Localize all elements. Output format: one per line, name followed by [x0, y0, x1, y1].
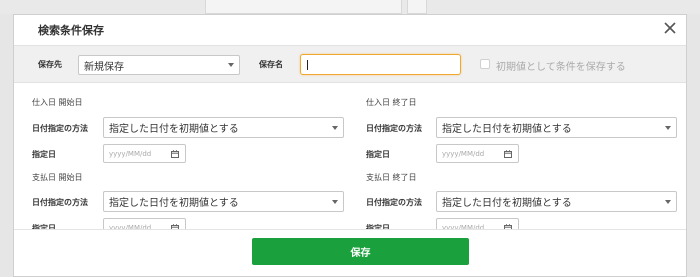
default-checkbox[interactable] [480, 59, 490, 69]
date-placeholder: yyyy/MM/dd [109, 149, 152, 158]
specified-date-input[interactable]: yyyy/MM/dd [436, 144, 519, 163]
date-method-select[interactable]: 指定した日付を初期値とする [103, 117, 344, 138]
close-icon[interactable] [663, 21, 677, 35]
background-button [407, 0, 427, 14]
date-method-value: 指定した日付を初期値とする [442, 198, 572, 209]
destination-select[interactable]: 新規保存 [78, 55, 240, 75]
save-button[interactable]: 保存 [252, 238, 469, 265]
section-heading: 仕入日 開始日 [32, 98, 83, 107]
dialog-footer: 保存 [14, 229, 686, 276]
section-heading: 支払日 終了日 [366, 173, 417, 182]
background-field [205, 0, 402, 14]
dialog-title: 検索条件保存 [38, 24, 104, 37]
chevron-down-icon [332, 125, 338, 130]
section-heading: 支払日 開始日 [32, 173, 83, 182]
save-name-label: 保存名 [259, 60, 283, 69]
text-cursor [307, 60, 308, 70]
date-method-select[interactable]: 指定した日付を初期値とする [103, 191, 344, 212]
specified-date-input[interactable]: yyyy/MM/dd [103, 144, 186, 163]
date-method-label: 日付指定の方法 [366, 124, 422, 133]
section-heading: 仕入日 終了日 [366, 98, 417, 107]
default-checkbox-label: 初期値として条件を保存する [496, 62, 626, 73]
dialog-header: 検索条件保存 [14, 15, 686, 45]
date-method-label: 日付指定の方法 [366, 198, 422, 207]
destination-value: 新規保存 [84, 61, 124, 73]
destination-label: 保存先 [38, 60, 62, 69]
date-method-value: 指定した日付を初期値とする [109, 124, 239, 135]
specified-date-label: 指定日 [366, 150, 390, 159]
date-method-label: 日付指定の方法 [32, 124, 88, 133]
date-placeholder: yyyy/MM/dd [442, 149, 485, 158]
calendar-icon[interactable] [504, 150, 512, 158]
chevron-down-icon [665, 199, 671, 204]
date-method-value: 指定した日付を初期値とする [109, 198, 239, 209]
specified-date-label: 指定日 [32, 150, 56, 159]
chevron-down-icon [228, 63, 234, 67]
date-method-select[interactable]: 指定した日付を初期値とする [436, 117, 677, 138]
save-name-input[interactable] [300, 54, 461, 75]
save-search-dialog: 検索条件保存 保存先 新規保存 保存名 初期値として条件を保存する 仕入日 開始… [13, 14, 687, 277]
date-method-select[interactable]: 指定した日付を初期値とする [436, 191, 677, 212]
chevron-down-icon [332, 199, 338, 204]
chevron-down-icon [665, 125, 671, 130]
date-method-label: 日付指定の方法 [32, 198, 88, 207]
calendar-icon[interactable] [171, 150, 179, 158]
save-options-bar: 保存先 新規保存 保存名 初期値として条件を保存する [14, 45, 686, 83]
date-method-value: 指定した日付を初期値とする [442, 124, 572, 135]
